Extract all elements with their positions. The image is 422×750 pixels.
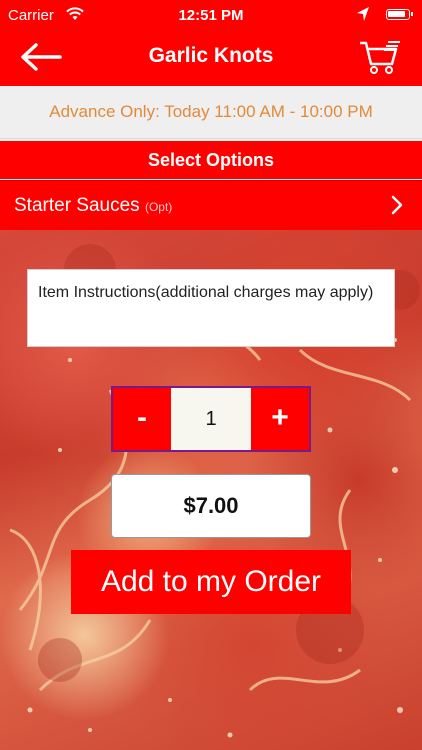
option-row-starter-sauces[interactable]: Starter Sauces (Opt): [0, 180, 422, 231]
status-bar: Carrier 12:51 PM: [0, 0, 422, 30]
add-to-order-button[interactable]: Add to my Order: [71, 550, 351, 614]
battery-icon: [386, 9, 413, 20]
availability-banner: Advance Only: Today 11:00 AM - 10:00 PM: [0, 86, 422, 139]
price-display: $7.00: [111, 474, 311, 538]
location-arrow-icon: [356, 6, 370, 26]
decrease-quantity-button[interactable]: -: [113, 388, 171, 450]
item-instructions-field[interactable]: Item Instructions(additional charges may…: [27, 269, 395, 347]
cart-icon[interactable]: [358, 38, 402, 76]
quantity-stepper: - 1 +: [111, 386, 311, 452]
chevron-right-icon: [390, 193, 404, 217]
increase-quantity-button[interactable]: +: [251, 388, 309, 450]
nav-bar: Garlic Knots: [0, 30, 422, 86]
quantity-value[interactable]: 1: [171, 388, 251, 450]
optional-tag: (Opt): [144, 200, 173, 214]
option-label: Starter Sauces (Opt): [14, 195, 173, 216]
select-options-header: Select Options: [0, 141, 422, 179]
